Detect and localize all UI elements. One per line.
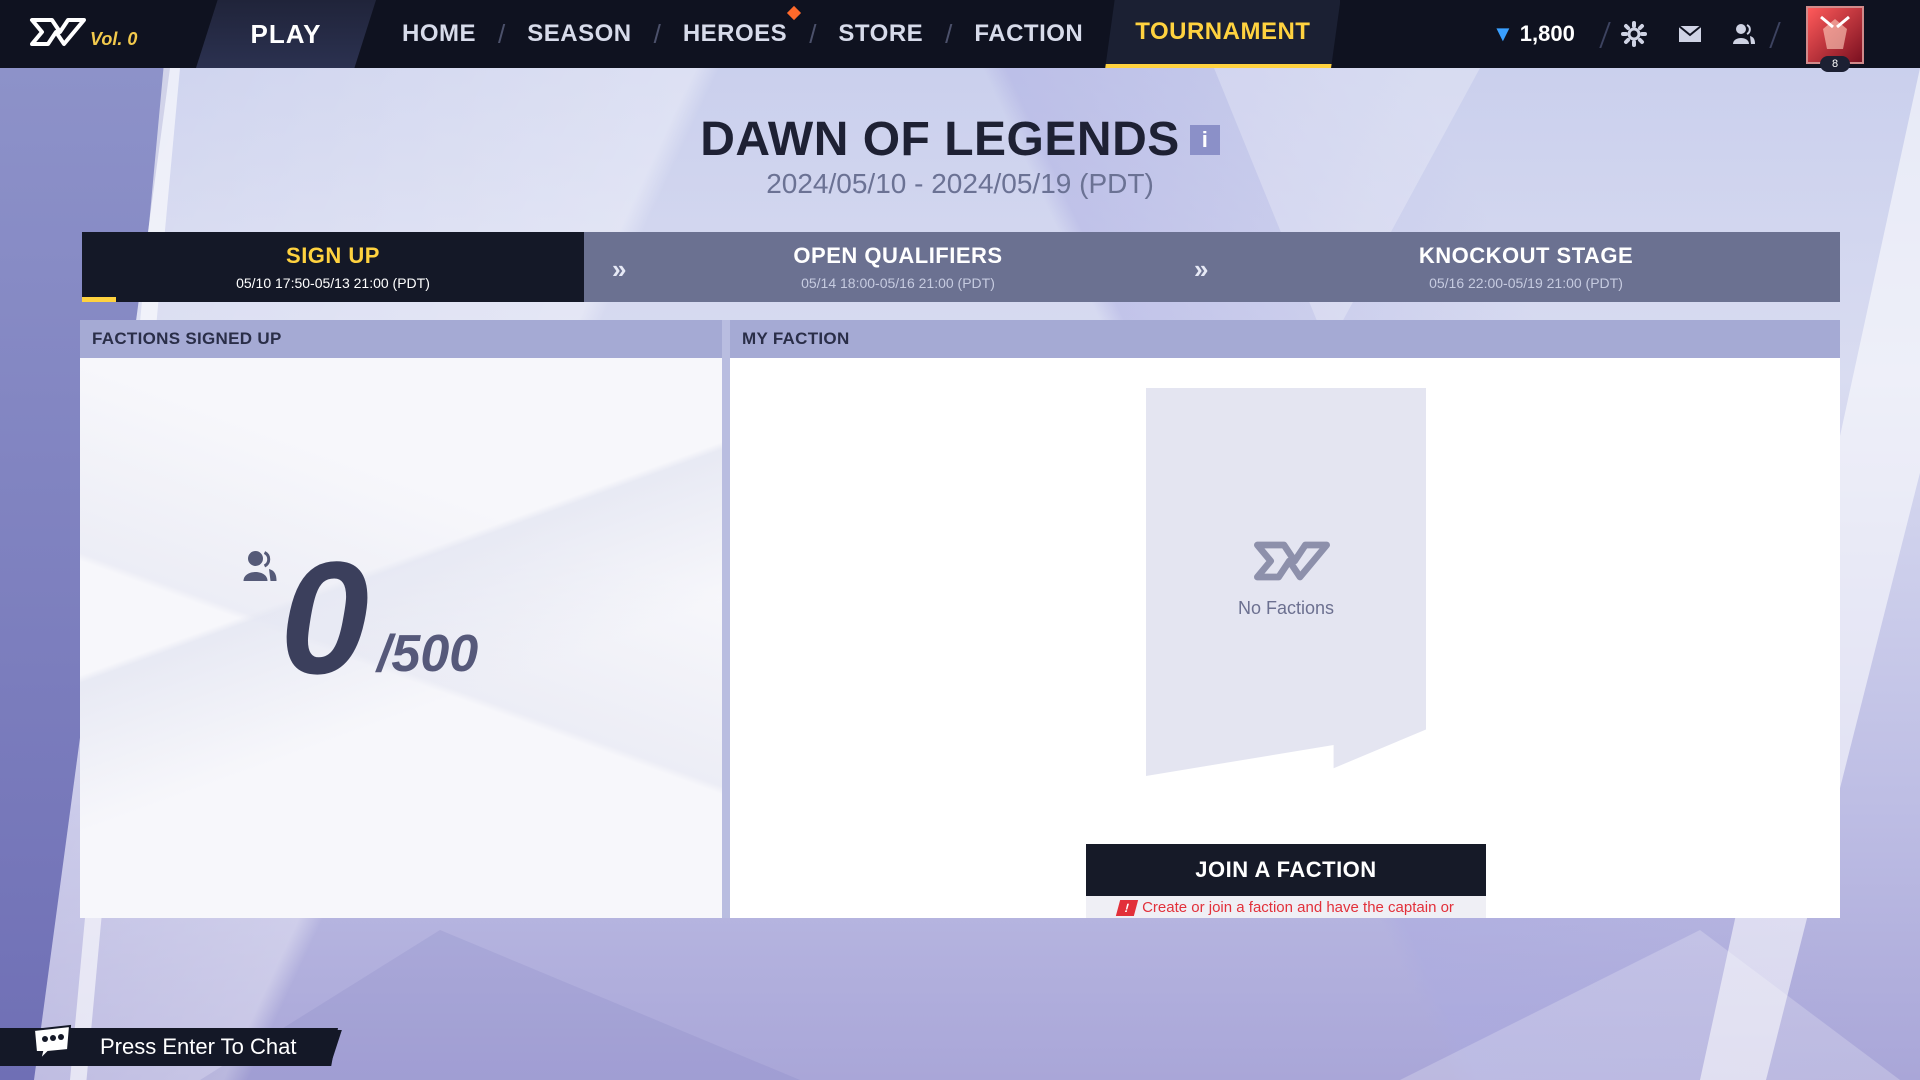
panel-header: FACTIONS SIGNED UP — [80, 320, 722, 358]
game-logo[interactable]: Vol. 0 — [28, 12, 137, 52]
nav-separator: / — [498, 18, 506, 49]
event-dates: 2024/05/10 - 2024/05/19 (PDT) — [766, 168, 1154, 199]
stage-sign-up[interactable]: SIGN UP 05/10 17:50-05/13 21:00 (PDT) — [82, 232, 584, 302]
nav-heroes-label: HEROES — [682, 20, 788, 47]
stage-time: 05/16 22:00-05/19 21:00 (PDT) — [1429, 275, 1623, 291]
stage-title: SIGN UP — [286, 243, 380, 268]
users-icon — [242, 548, 278, 584]
nav-separator: / — [945, 18, 953, 49]
stage-title: KNOCKOUT STAGE — [1418, 243, 1634, 268]
join-faction-note-text: Create or join a faction and have the ca… — [1142, 899, 1454, 916]
no-factions-label: No Factions — [1237, 598, 1335, 618]
game-logo-icon — [1254, 541, 1330, 581]
chat-prompt: Press Enter To Chat — [100, 1034, 297, 1059]
avatar-level-badge: 8 — [1820, 56, 1850, 72]
stage-knockout[interactable]: » KNOCKOUT STAGE 05/16 22:00-05/19 21:00… — [1194, 232, 1840, 302]
my-faction-panel: MY FACTION No Factions JOIN A FACTION ! C… — [730, 320, 1840, 918]
nav-tournament[interactable]: TOURNAMENT — [1105, 0, 1341, 68]
stage-open-qualifiers[interactable]: » OPEN QUALIFIERS 05/14 18:00-05/16 21:0… — [584, 232, 1212, 302]
stage-time: 05/10 17:50-05/13 21:00 (PDT) — [236, 275, 430, 291]
play-tab[interactable]: PLAY — [196, 0, 376, 68]
panel-body: No Factions JOIN A FACTION ! Create or jo… — [730, 358, 1840, 918]
logo-volume-label: Vol. 0 — [90, 29, 138, 49]
currency-value: 1,800 — [1519, 21, 1575, 46]
tournament-stage-bar: SIGN UP 05/10 17:50-05/13 21:00 (PDT) » … — [82, 232, 1840, 302]
currency-icon: ▼ — [1492, 21, 1514, 46]
chevron-right-icon: » — [612, 254, 627, 284]
join-faction-note: ! Create or join a faction and have the c… — [1086, 896, 1486, 918]
warning-icon: ! — [1115, 900, 1139, 917]
panel-body: 0 /500 — [80, 358, 722, 918]
nav-heroes[interactable]: HEROES — [661, 0, 809, 68]
chevron-right-icon: » — [1194, 254, 1209, 284]
page-title: DAWN OF LEGENDS — [700, 113, 1180, 166]
nav-faction[interactable]: FACTION — [952, 0, 1105, 68]
friends-icon[interactable] — [1728, 18, 1760, 50]
faction-banner-placeholder: No Factions — [1146, 388, 1426, 776]
top-navigation-bar: Vol. 0 PLAY HOME / SEASON / HEROES / STO… — [0, 0, 1920, 72]
nav-store[interactable]: STORE — [816, 0, 945, 68]
mail-icon[interactable] — [1674, 18, 1706, 50]
panel-divider — [722, 320, 730, 918]
stage-time: 05/14 18:00-05/16 21:00 (PDT) — [801, 275, 995, 291]
settings-icon[interactable] — [1618, 18, 1650, 50]
nav-season[interactable]: SEASON — [505, 0, 653, 68]
info-icon[interactable]: i — [1189, 124, 1220, 155]
stage-progress-indicator — [82, 297, 116, 302]
nav-separator: / — [653, 18, 661, 49]
panel-header: MY FACTION — [730, 320, 1840, 358]
nav-separator: / — [809, 18, 817, 49]
factions-signed-up-panel: FACTIONS SIGNED UP 0 /500 — [80, 320, 722, 918]
notification-dot-icon — [787, 5, 802, 21]
signup-total: /500 — [376, 625, 479, 683]
avatar-portrait-icon — [1820, 15, 1850, 49]
stage-title: OPEN QUALIFIERS — [793, 243, 1003, 268]
main-nav: HOME / SEASON / HEROES / STORE / FACTION… — [380, 0, 1341, 68]
topbar-separator — [1769, 22, 1781, 48]
chat-icon[interactable] — [30, 1024, 74, 1062]
signup-counter: 0 /500 — [243, 528, 479, 707]
game-logo-icon — [30, 18, 86, 46]
nav-home[interactable]: HOME — [380, 0, 498, 68]
currency-display[interactable]: ▼ 1,800 — [1492, 0, 1575, 68]
topbar-separator — [1599, 22, 1611, 48]
event-title-row: DAWN OF LEGENDS i — [0, 112, 1920, 167]
join-faction-button[interactable]: JOIN A FACTION — [1086, 844, 1486, 896]
signup-count: 0 — [280, 528, 369, 707]
